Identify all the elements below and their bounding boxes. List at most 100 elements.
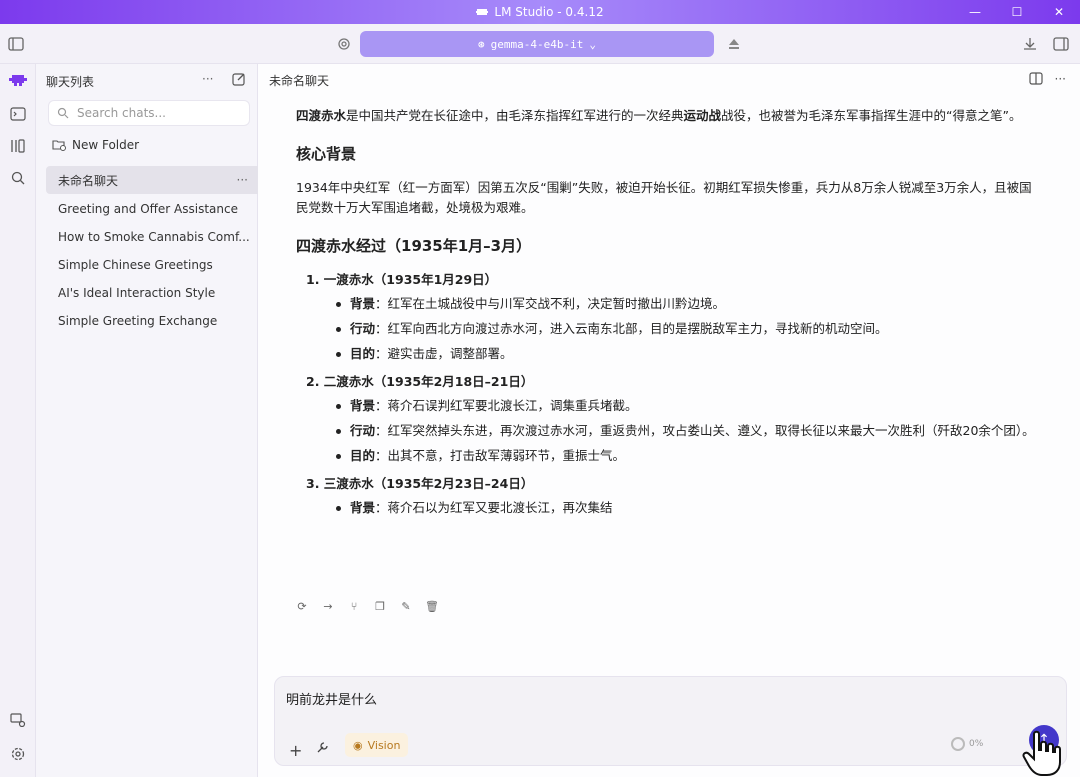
chat-sidebar: 聊天列表 ··· Search chats... New Folder 未命名聊…: [36, 64, 258, 777]
assistant-message: 四渡赤水是中国共产党在长征途中，由毛泽东指挥红军进行的一次经典运动战战役，也被誉…: [296, 106, 1036, 526]
delete-trash-icon[interactable]: 🗑: [425, 600, 439, 613]
regenerate-icon[interactable]: ⟳: [296, 600, 308, 613]
bullet-text: ：红军在土城战役中与川军交战不利，决定暂时撤出川黔边境。: [375, 296, 726, 311]
bullet-item: 行动：红军向西北方向渡过赤水河，进入云南东北部，目的是摆脱敌军主力，寻找新的机动…: [336, 319, 1036, 339]
chat-title: 未命名聊天: [269, 74, 330, 88]
hand-cursor-icon: [1022, 730, 1061, 776]
copy-icon[interactable]: ❐: [374, 600, 386, 613]
context-usage: 0%: [951, 737, 983, 751]
chat-tools: ···: [1028, 72, 1066, 86]
bullet-key: 背景: [350, 500, 376, 515]
vision-badge[interactable]: ◉ Vision: [345, 733, 409, 757]
search-placeholder: Search chats...: [77, 106, 166, 120]
intro-bold: 运动战: [683, 108, 722, 123]
bullet-item: 行动：红军突然掉头东进，再次渡过赤水河，重返贵州，攻占娄山关、遵义，取得长征以来…: [336, 421, 1036, 441]
eject-icon[interactable]: [724, 34, 744, 54]
discover-search-icon[interactable]: [8, 168, 28, 188]
nav-rail: [0, 64, 36, 777]
chat-input-box[interactable]: 明前龙井是什么 + ◉ Vision 0% ↑: [274, 676, 1067, 766]
branch-icon[interactable]: ⑂: [348, 600, 360, 613]
chat-item-label: 未命名聊天: [58, 173, 119, 188]
chat-item-active[interactable]: 未命名聊天 ···: [46, 166, 258, 194]
sidebar-toggle-icon[interactable]: [6, 34, 26, 54]
bullet-text: ：红军突然掉头东进，再次渡过赤水河，重返贵州，攻占娄山关、遵义，取得长征以来最大…: [375, 423, 1035, 438]
chat-item[interactable]: AI's Ideal Interaction Style: [46, 279, 258, 307]
settings-gear-icon[interactable]: [334, 34, 354, 54]
panel-toggle-icon[interactable]: [1051, 34, 1071, 54]
model-icon: ⊛: [478, 37, 485, 51]
crossing-item: 2. 二渡赤水（1935年2月18日–21日） 背景：蒋介石误判红军要北渡长江，…: [306, 372, 1036, 466]
search-icon: [57, 107, 69, 119]
bullet-key: 背景: [350, 398, 376, 413]
section-heading-background: 核心背景: [296, 145, 357, 163]
split-view-icon[interactable]: [1028, 72, 1043, 85]
eye-icon: ◉: [353, 738, 363, 752]
minimize-button[interactable]: —: [954, 0, 996, 24]
bullet-item: 目的：出其不意，打击敌军薄弱环节，重振士气。: [336, 446, 1036, 466]
chat-item-label: Greeting and Offer Assistance: [58, 202, 238, 216]
bullet-item: 背景：蒋介石以为红军又要北渡长江，再次集结: [336, 498, 1036, 518]
chat-item-label: AI's Ideal Interaction Style: [58, 286, 216, 300]
crossing-item: 3. 三渡赤水（1935年2月23日–24日） 背景：蒋介石以为红军又要北渡长江…: [306, 474, 1036, 518]
window-title-text: LM Studio - 0.4.12: [494, 5, 604, 19]
new-folder-button[interactable]: New Folder: [52, 138, 139, 152]
chat-item[interactable]: Simple Chinese Greetings: [46, 251, 258, 279]
bullet-key: 目的: [350, 448, 376, 463]
server-icon[interactable]: [8, 710, 28, 730]
continue-arrow-icon[interactable]: →: [322, 600, 334, 613]
section-heading-course: 四渡赤水经过（1935年1月–3月）: [296, 237, 532, 255]
model-selector[interactable]: ⊛ gemma-4-e4b-it ⌄: [360, 31, 714, 57]
new-folder-label: New Folder: [72, 138, 140, 152]
chat-main: 未命名聊天 ··· 四渡赤水是中国共产党在长征途中，由毛泽东指挥红军进行的一次经…: [258, 64, 1080, 777]
edit-pencil-icon[interactable]: ✎: [400, 600, 412, 613]
new-chat-icon[interactable]: [232, 72, 246, 90]
intro-bold: 四渡赤水: [296, 108, 347, 123]
chevron-down-icon: ⌄: [589, 37, 596, 51]
window-title: LM Studio - 0.4.12: [476, 5, 604, 19]
tools-wrench-icon[interactable]: [316, 741, 329, 758]
intro-text: 战役，也被誉为毛泽东军事指挥生涯中的“得意之笔”。: [721, 108, 1022, 123]
lmstudio-logo-icon: [476, 9, 489, 15]
search-chats-input[interactable]: Search chats...: [48, 100, 250, 126]
context-usage-text: 0%: [969, 739, 984, 749]
bullet-text: ：出其不意，打击敌军薄弱环节，重振士气。: [375, 448, 626, 463]
chat-item[interactable]: How to Smoke Cannabis Comf...: [46, 223, 258, 251]
chat-item-label: How to Smoke Cannabis Comf...: [58, 230, 250, 244]
crossing-title: 3. 三渡赤水（1935年2月23日–24日）: [306, 476, 534, 491]
chat-item-more-icon[interactable]: ···: [237, 173, 248, 187]
chat-item-label: Simple Greeting Exchange: [58, 314, 218, 328]
sidebar-more-icon[interactable]: ···: [202, 72, 213, 86]
message-input[interactable]: 明前龙井是什么: [286, 689, 377, 708]
settings-icon[interactable]: [8, 744, 28, 764]
bullet-key: 背景: [350, 296, 376, 311]
window-controls: — ☐ ✕: [954, 0, 1080, 24]
chat-mode-icon[interactable]: [8, 70, 28, 90]
crossing-title: 1. 一渡赤水（1935年1月29日）: [306, 272, 498, 287]
model-name: gemma-4-e4b-it: [490, 37, 584, 51]
title-bar: LM Studio - 0.4.12 — ☐ ✕: [0, 0, 1080, 24]
developer-icon[interactable]: [8, 104, 28, 124]
crossing-item: 1. 一渡赤水（1935年1月29日） 背景：红军在土城战役中与川军交战不利，决…: [306, 270, 1036, 364]
chat-item[interactable]: Simple Greeting Exchange: [46, 307, 258, 335]
bullet-text: ：红军向西北方向渡过赤水河，进入云南东北部，目的是摆脱敌军主力，寻找新的机动空间…: [375, 321, 888, 336]
chat-item[interactable]: Greeting and Offer Assistance: [46, 195, 258, 223]
top-toolbar: ⊛ gemma-4-e4b-it ⌄: [0, 24, 1080, 64]
crossing-title: 2. 二渡赤水（1935年2月18日–21日）: [306, 374, 534, 389]
bullet-item: 背景：红军在土城战役中与川军交战不利，决定暂时撤出川黔边境。: [336, 294, 1036, 314]
models-icon[interactable]: [8, 136, 28, 156]
bullet-key: 行动: [350, 321, 376, 336]
message-actions: ⟳ → ⑂ ❐ ✎ 🗑: [296, 600, 439, 613]
bullet-text: ：避实击虚，调整部署。: [375, 346, 513, 361]
chat-more-icon[interactable]: ···: [1055, 72, 1066, 86]
folder-plus-icon: [52, 140, 66, 151]
add-attachment-icon[interactable]: +: [289, 741, 302, 760]
close-button[interactable]: ✕: [1038, 0, 1080, 24]
bullet-item: 目的：避实击虚，调整部署。: [336, 344, 1036, 364]
intro-text: 是中国共产党在长征途中，由毛泽东指挥红军进行的一次经典: [346, 108, 684, 123]
maximize-button[interactable]: ☐: [996, 0, 1038, 24]
download-icon[interactable]: [1020, 34, 1040, 54]
context-ring-icon: [951, 737, 965, 751]
chat-item-label: Simple Chinese Greetings: [58, 258, 213, 272]
crossings-list: 1. 一渡赤水（1935年1月29日） 背景：红军在土城战役中与川军交战不利，决…: [296, 270, 1036, 518]
bullet-text: ：蒋介石以为红军又要北渡长江，再次集结: [375, 500, 613, 515]
